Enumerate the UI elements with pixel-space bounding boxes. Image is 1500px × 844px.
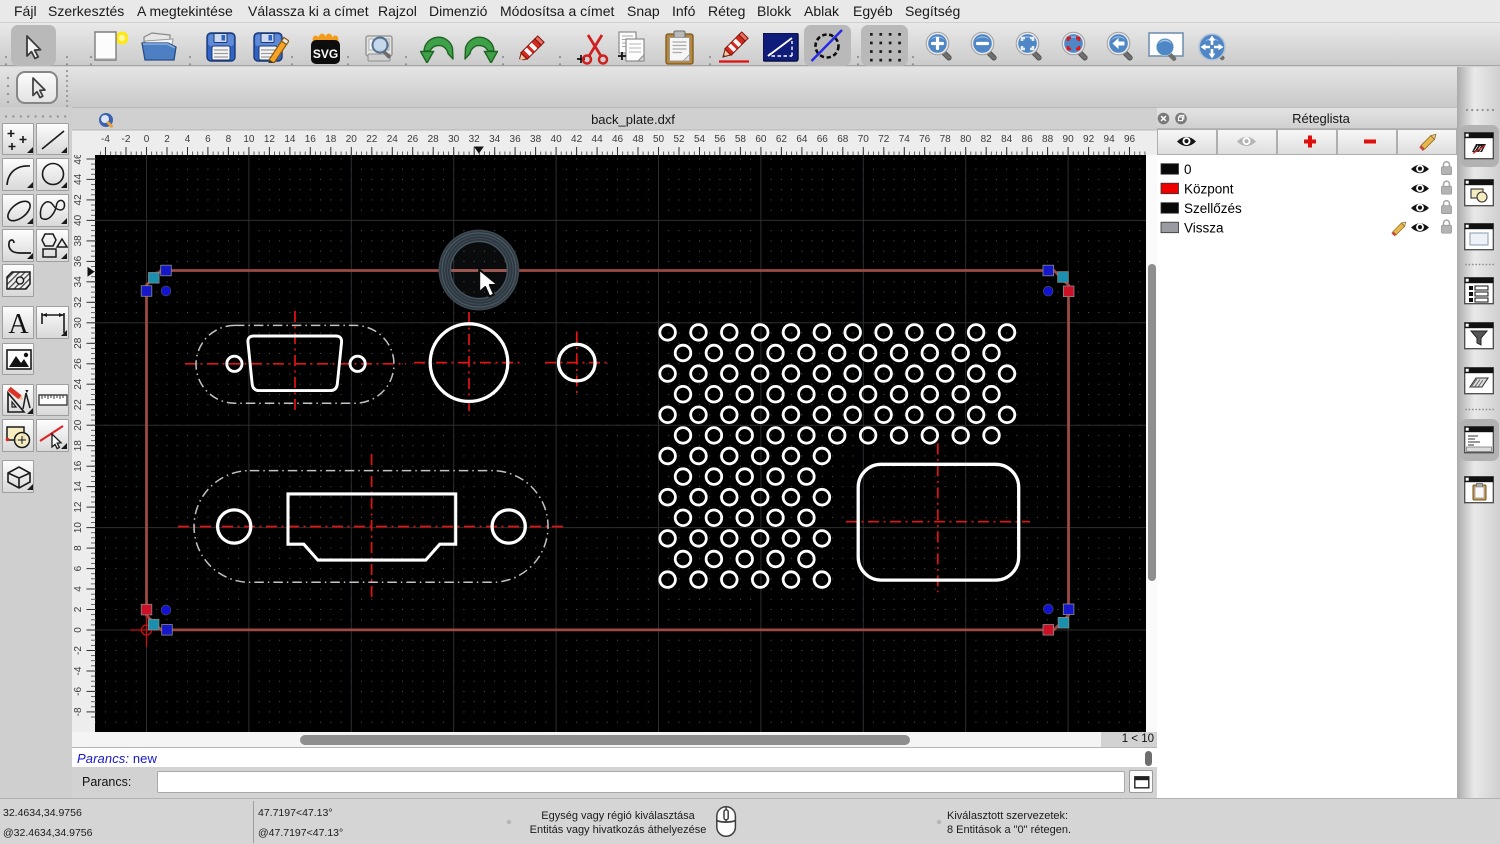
svg-text:-2: -2 xyxy=(122,134,131,145)
svg-text:40: 40 xyxy=(73,214,84,226)
svg-text:20: 20 xyxy=(73,419,84,431)
svg-text:34: 34 xyxy=(489,134,501,145)
svg-text:22: 22 xyxy=(366,134,378,145)
svg-text:82: 82 xyxy=(981,134,993,145)
svg-text:30: 30 xyxy=(73,317,84,329)
svg-text:80: 80 xyxy=(960,134,972,145)
svg-text:SVG: SVG xyxy=(313,47,338,61)
svg-text:0: 0 xyxy=(1184,162,1192,177)
svg-text:78: 78 xyxy=(940,134,952,145)
svg-text:24: 24 xyxy=(73,378,84,390)
svg-text:Szellőzés: Szellőzés xyxy=(1184,201,1242,216)
svg-text:88: 88 xyxy=(1042,134,1054,145)
svg-text:48: 48 xyxy=(632,134,644,145)
svg-text:0: 0 xyxy=(144,134,150,145)
svg-text:28: 28 xyxy=(428,134,440,145)
svg-text:62: 62 xyxy=(776,134,788,145)
svg-text:-4: -4 xyxy=(101,134,110,145)
svg-text:56: 56 xyxy=(714,134,726,145)
svg-text:38: 38 xyxy=(73,235,84,247)
svg-text:20: 20 xyxy=(346,134,358,145)
svg-text:38: 38 xyxy=(530,134,542,145)
svg-text:-4: -4 xyxy=(73,666,84,675)
svg-text:52: 52 xyxy=(673,134,685,145)
svg-text:12: 12 xyxy=(264,134,276,145)
svg-text:Központ: Központ xyxy=(1184,181,1234,196)
svg-text:2: 2 xyxy=(164,134,170,145)
svg-text:12: 12 xyxy=(73,501,84,513)
svg-text:4: 4 xyxy=(73,586,84,592)
svg-text:24: 24 xyxy=(387,134,399,145)
svg-text:2: 2 xyxy=(73,606,84,612)
svg-text:68: 68 xyxy=(837,134,849,145)
svg-text:92: 92 xyxy=(1083,134,1095,145)
svg-text:14: 14 xyxy=(73,481,84,493)
svg-text:50: 50 xyxy=(653,134,665,145)
svg-text:46: 46 xyxy=(73,155,84,165)
svg-text:42: 42 xyxy=(571,134,583,145)
svg-text:28: 28 xyxy=(73,337,84,349)
svg-text:72: 72 xyxy=(878,134,890,145)
svg-text:26: 26 xyxy=(73,358,84,370)
svg-text:32: 32 xyxy=(469,134,481,145)
svg-text:30: 30 xyxy=(448,134,460,145)
svg-text:16: 16 xyxy=(305,134,317,145)
svg-text:76: 76 xyxy=(919,134,931,145)
svg-text:74: 74 xyxy=(899,134,911,145)
svg-text:6: 6 xyxy=(205,134,211,145)
svg-text:40: 40 xyxy=(551,134,563,145)
svg-text:44: 44 xyxy=(73,173,84,185)
svg-text:34: 34 xyxy=(73,276,84,288)
svg-text:26: 26 xyxy=(407,134,419,145)
svg-text:4: 4 xyxy=(185,134,191,145)
svg-text:16: 16 xyxy=(73,460,84,472)
svg-text:66: 66 xyxy=(817,134,829,145)
svg-text:70: 70 xyxy=(858,134,870,145)
svg-text:42: 42 xyxy=(73,194,84,206)
svg-text:64: 64 xyxy=(796,134,808,145)
svg-text:60: 60 xyxy=(755,134,767,145)
svg-text:10: 10 xyxy=(243,134,255,145)
svg-text:54: 54 xyxy=(694,134,706,145)
svg-text:Vissza: Vissza xyxy=(1184,220,1224,235)
svg-text:-2: -2 xyxy=(73,646,84,655)
svg-text:A: A xyxy=(8,309,29,338)
svg-text:32: 32 xyxy=(73,296,84,308)
svg-text:46: 46 xyxy=(612,134,624,145)
svg-text:18: 18 xyxy=(73,440,84,452)
svg-text:36: 36 xyxy=(510,134,522,145)
svg-text:-8: -8 xyxy=(73,707,84,716)
svg-text:96: 96 xyxy=(1124,134,1136,145)
svg-text:6: 6 xyxy=(73,565,84,571)
svg-text:84: 84 xyxy=(1001,134,1013,145)
svg-text:18: 18 xyxy=(325,134,337,145)
svg-text:94: 94 xyxy=(1104,134,1116,145)
svg-text:86: 86 xyxy=(1022,134,1034,145)
svg-text:36: 36 xyxy=(73,255,84,267)
svg-text:22: 22 xyxy=(73,399,84,411)
svg-text:10: 10 xyxy=(73,522,84,534)
svg-text:0: 0 xyxy=(73,627,84,633)
svg-text:8: 8 xyxy=(226,134,232,145)
svg-text:44: 44 xyxy=(592,134,604,145)
svg-text:8: 8 xyxy=(73,545,84,551)
svg-text:58: 58 xyxy=(735,134,747,145)
svg-text:-6: -6 xyxy=(73,687,84,696)
svg-text:90: 90 xyxy=(1063,134,1075,145)
svg-text:14: 14 xyxy=(284,134,296,145)
